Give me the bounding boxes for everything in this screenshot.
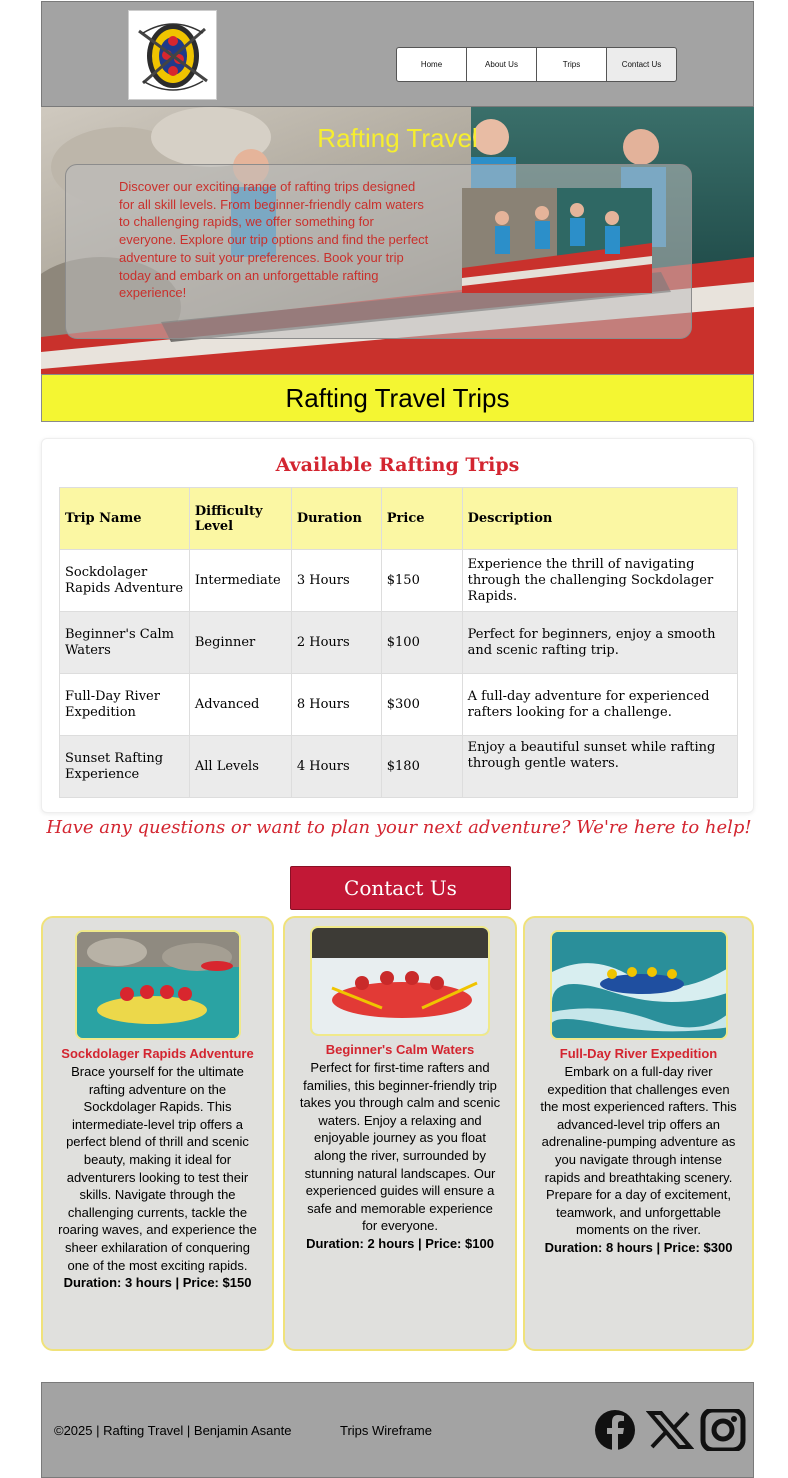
trip-card-description: Perfect for first-time rafters and famil… xyxy=(299,1060,501,1234)
hero-description: Discover our exciting range of rafting t… xyxy=(119,179,429,301)
column-header: Price xyxy=(380,487,463,550)
table-cell: $100 xyxy=(380,611,463,674)
trip-card: Sockdolager Rapids Adventure Brace yours… xyxy=(41,916,274,1351)
trips-table-section: Available Rafting Trips Trip Name Diffic… xyxy=(41,438,754,813)
contact-us-button[interactable]: Contact Us xyxy=(290,866,511,910)
table-cell: 3 Hours xyxy=(290,549,382,612)
trip-photo xyxy=(74,930,241,1040)
table-cell: Experience the thrill of navigating thro… xyxy=(461,549,739,612)
column-header: Difficulty Level xyxy=(188,487,292,550)
table-cell: Beginner's Calm Waters xyxy=(59,611,190,674)
trip-card-meta: Duration: 2 hours | Price: $100 xyxy=(306,1235,494,1251)
hero-title: Rafting Travel xyxy=(317,123,478,153)
table-cell: $300 xyxy=(380,673,463,736)
table-cell: 8 Hours xyxy=(290,673,382,736)
hero-photo xyxy=(462,188,652,293)
nav-contact-us[interactable]: Contact Us xyxy=(606,47,677,82)
trip-card-meta: Duration: 8 hours | Price: $300 xyxy=(544,1239,733,1255)
banner-title: Rafting Travel Trips xyxy=(285,382,510,413)
trips-wireframe-link[interactable]: Trips Wireframe xyxy=(340,1423,432,1438)
copyright-text: ©2025 | Rafting Travel | Benjamin Asante xyxy=(54,1423,292,1438)
table-row: Sockdolager Rapids Adventure Intermediat… xyxy=(59,549,739,612)
site-footer: ©2025 | Rafting Travel | Benjamin Asante… xyxy=(41,1382,754,1478)
table-cell: Beginner xyxy=(188,611,292,674)
table-cell: Perfect for beginners, enjoy a smooth an… xyxy=(461,611,739,674)
main-nav: Home About Us Trips Contact Us xyxy=(396,47,677,82)
facebook-icon[interactable] xyxy=(590,1409,642,1451)
rafting-image xyxy=(312,928,488,1034)
table-row: Full-Day River Expedition Advanced 8 Hou… xyxy=(59,673,739,736)
trip-card-description: Brace yourself for the ultimate rafting … xyxy=(58,1064,257,1273)
nav-home[interactable]: Home xyxy=(396,47,467,82)
trip-card-meta: Duration: 3 hours | Price: $150 xyxy=(63,1275,252,1291)
table-cell: Sunset Rafting Experience xyxy=(59,735,190,798)
table-cell: Sockdolager Rapids Adventure xyxy=(59,549,190,612)
trip-card-title: Sockdolager Rapids Adventure xyxy=(61,1046,254,1061)
table-row: Sunset Rafting Experience All Levels 4 H… xyxy=(59,735,739,798)
trip-card: Beginner's Calm Waters Perfect for first… xyxy=(283,916,517,1351)
table-cell: $150 xyxy=(380,549,463,612)
table-cell: Intermediate xyxy=(188,549,292,612)
table-cell: $180 xyxy=(380,735,463,798)
instagram-icon[interactable] xyxy=(700,1409,746,1451)
table-cell: Enjoy a beautiful sunset while rafting t… xyxy=(461,735,739,798)
contact-prompt: Have any questions or want to plan your … xyxy=(46,817,752,838)
trip-card-title: Full-Day River Expedition xyxy=(559,1046,718,1061)
table-header-row: Trip Name Difficulty Level Duration Pric… xyxy=(59,487,739,550)
table-cell: 4 Hours xyxy=(290,735,382,798)
trip-card-description: Embark on a full-day river expedition th… xyxy=(540,1064,737,1238)
nav-about-us[interactable]: About Us xyxy=(466,47,537,82)
site-header: Home About Us Trips Contact Us xyxy=(41,1,754,107)
rafting-image xyxy=(76,932,239,1038)
page: Home About Us Trips Contact Us Rafting T… xyxy=(0,0,788,1478)
trips-heading: Available Rafting Trips xyxy=(275,454,520,476)
x-icon[interactable] xyxy=(646,1409,694,1451)
nav-trips[interactable]: Trips xyxy=(536,47,607,82)
logo[interactable] xyxy=(128,10,217,100)
trip-photo xyxy=(310,926,490,1036)
hero-section: Rafting Travel Discover our exciting ran… xyxy=(41,107,754,374)
trip-photo xyxy=(549,930,728,1040)
column-header: Duration xyxy=(290,487,382,550)
trip-card: Full-Day River Expedition Embark on a fu… xyxy=(523,916,754,1351)
raft-logo-icon xyxy=(129,11,216,99)
table-cell: A full-day adventure for experienced raf… xyxy=(461,673,739,736)
trip-card-title: Beginner's Calm Waters xyxy=(325,1042,475,1057)
column-header: Description xyxy=(461,487,739,550)
trips-table: Trip Name Difficulty Level Duration Pric… xyxy=(59,487,739,798)
table-row: Beginner's Calm Waters Beginner 2 Hours … xyxy=(59,611,739,674)
table-cell: All Levels xyxy=(188,735,292,798)
hero-info-box: Discover our exciting range of rafting t… xyxy=(65,164,692,339)
rafting-group-image xyxy=(462,188,652,293)
table-cell: 2 Hours xyxy=(290,611,382,674)
table-cell: Advanced xyxy=(188,673,292,736)
table-cell: Full-Day River Expedition xyxy=(59,673,190,736)
page-banner: Rafting Travel Trips xyxy=(41,374,754,422)
rafting-image xyxy=(551,932,726,1038)
column-header: Trip Name xyxy=(59,487,190,550)
